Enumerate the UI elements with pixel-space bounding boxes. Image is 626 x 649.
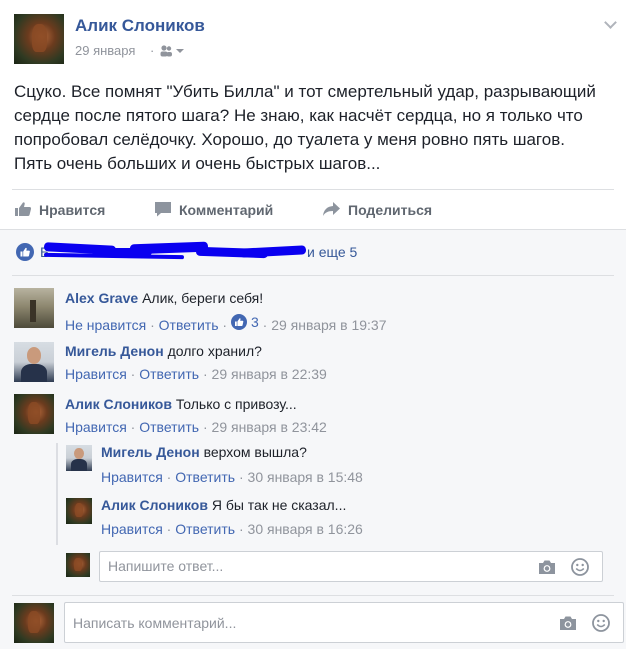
friends-audience-icon[interactable] — [159, 44, 185, 58]
reactions-others-link[interactable]: и еще 5 — [307, 244, 357, 260]
reply-link[interactable]: Ответить — [139, 366, 199, 382]
thumbs-up-icon — [14, 201, 39, 220]
separator: · — [238, 521, 244, 537]
reply-thread-line — [56, 443, 58, 545]
reply-text: Я бы так не сказал... — [211, 497, 347, 513]
share-arrow-icon — [322, 201, 348, 220]
camera-icon[interactable] — [559, 615, 577, 631]
separator: · — [130, 419, 136, 435]
reply-timestamp[interactable]: 30 января в 15:48 — [248, 469, 363, 485]
reply-link[interactable]: Ответить — [139, 419, 199, 435]
reply-avatar[interactable] — [66, 445, 92, 471]
reply-link[interactable]: Ответить — [175, 469, 235, 485]
comment-timestamp[interactable]: 29 января в 23:42 — [212, 419, 327, 435]
comment: Алик Слоников Только с привозу... — [65, 396, 297, 412]
comment-author[interactable]: Alex Grave — [65, 290, 138, 306]
comment-input-placeholder: Написать комментарий... — [73, 615, 237, 631]
camera-icon[interactable] — [538, 559, 556, 575]
like-reaction-icon — [230, 314, 247, 330]
post-author-name[interactable]: Алик Слоников — [75, 16, 205, 36]
share-button-label: Поделиться — [348, 202, 433, 218]
comment-like-count[interactable]: 3 — [230, 314, 259, 330]
separator: · — [262, 317, 268, 333]
post-text: Сцуко. Все помнят "Убить Билла" и тот см… — [14, 80, 614, 176]
like-button-label: Нравится — [39, 202, 106, 218]
post-text-line: попробовал селёдочку. Хорошо, до туалета… — [14, 130, 565, 149]
separator: · — [238, 469, 244, 485]
reply: Мигель Денон верхом вышла? — [101, 444, 307, 460]
separator: · — [222, 317, 228, 333]
post-text-line: Пять очень больших и очень быстрых шагов… — [14, 154, 381, 173]
actions-top-divider — [12, 189, 614, 190]
comment-bubble-icon — [154, 201, 179, 220]
comment-actions: Не нравится · Ответить · 3 · 29 января в… — [65, 314, 387, 333]
post-date-separator: · — [150, 43, 155, 58]
like-link[interactable]: Нравится — [101, 469, 163, 485]
comment-timestamp[interactable]: 29 января в 22:39 — [212, 366, 327, 382]
reply-link[interactable]: Ответить — [175, 521, 235, 537]
share-button[interactable]: Поделиться — [322, 199, 432, 221]
comment-actions: Нравится · Ответить · 29 января в 22:39 — [65, 366, 327, 382]
comment-button-label: Комментарий — [179, 202, 274, 218]
post-options-chevron-icon[interactable] — [604, 16, 617, 29]
post-author-avatar[interactable] — [14, 14, 64, 64]
reactions-divider — [12, 275, 614, 276]
commenter-avatar[interactable] — [14, 394, 54, 434]
reply-input-placeholder: Напишите ответ... — [108, 558, 224, 574]
reply-author[interactable]: Мигель Денон — [101, 444, 200, 460]
reply-avatar[interactable] — [66, 498, 92, 524]
separator: · — [202, 366, 208, 382]
comment-text: долго хранил? — [167, 343, 262, 359]
reply-link[interactable]: Ответить — [159, 317, 219, 333]
post-text-line: сердце после пятого шага? Не знаю, как н… — [14, 106, 583, 125]
like-link[interactable]: Нравится — [65, 419, 127, 435]
comment: Мигель Денон долго хранил? — [65, 343, 262, 359]
smiley-icon[interactable] — [592, 614, 610, 632]
comment-author[interactable]: Алик Слоников — [65, 396, 172, 412]
separator: · — [150, 317, 155, 333]
comment-input-divider — [12, 595, 614, 596]
commenter-avatar[interactable] — [14, 342, 54, 382]
reply-text: верхом вышла? — [203, 444, 307, 460]
reply-author[interactable]: Алик Слоников — [101, 497, 208, 513]
comment-actions: Нравится · Ответить · 29 января в 23:42 — [65, 419, 327, 435]
post-date[interactable]: 29 января — [75, 43, 135, 58]
comments-top-divider — [0, 229, 626, 230]
commenter-avatar[interactable] — [14, 288, 54, 328]
reply-actions: Нравится · Ответить · 30 января в 16:26 — [101, 521, 363, 537]
reply-timestamp[interactable]: 30 января в 16:26 — [248, 521, 363, 537]
current-user-avatar — [14, 603, 54, 643]
separator: · — [130, 366, 136, 382]
smiley-icon[interactable] — [571, 558, 589, 576]
like-reaction-icon[interactable] — [16, 243, 34, 261]
separator: · — [202, 419, 208, 435]
post-text-line: Сцуко. Все помнят "Убить Билла" и тот см… — [14, 82, 596, 101]
separator: · — [166, 521, 172, 537]
like-button[interactable]: Нравится — [14, 199, 105, 221]
reply: Алик Слоников Я бы так не сказал... — [101, 497, 346, 513]
reply-actions: Нравится · Ответить · 30 января в 15:48 — [101, 469, 363, 485]
comment-input[interactable]: Написать комментарий... — [64, 602, 624, 643]
comment-timestamp[interactable]: 29 января в 19:37 — [271, 317, 386, 333]
comment-text: Только с привозу... — [175, 396, 297, 412]
like-link[interactable]: Нравится — [101, 521, 163, 537]
like-count: 3 — [250, 314, 259, 330]
current-user-avatar — [66, 553, 90, 577]
reply-input[interactable]: Напишите ответ... — [99, 551, 603, 582]
comment: Alex Grave Алик, береги себя! — [65, 290, 263, 306]
unlike-link[interactable]: Не нравится — [65, 317, 146, 333]
comment-button[interactable]: Комментарий — [154, 199, 273, 221]
separator: · — [166, 469, 172, 485]
like-link[interactable]: Нравится — [65, 366, 127, 382]
comment-author[interactable]: Мигель Денон — [65, 343, 164, 359]
comment-text: Алик, береги себя! — [142, 290, 264, 306]
